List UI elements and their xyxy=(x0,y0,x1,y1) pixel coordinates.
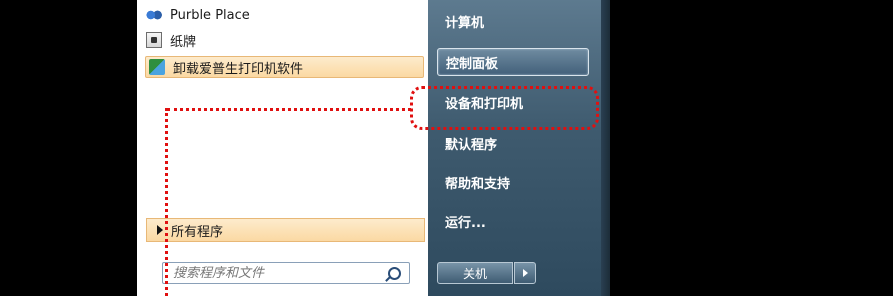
annotation-dotted-line-vertical xyxy=(165,108,168,296)
program-label: 卸载爱普生打印机软件 xyxy=(173,61,304,77)
right-item-label: 运行... xyxy=(445,215,486,231)
right-item-run[interactable]: 运行... xyxy=(437,207,589,235)
search-box[interactable] xyxy=(162,262,410,284)
uninstall-icon xyxy=(149,59,165,75)
right-item-label: 控制面板 xyxy=(446,56,499,72)
solitaire-icon xyxy=(146,32,162,48)
annotation-dotted-line xyxy=(167,108,411,111)
program-label: 纸牌 xyxy=(170,34,197,50)
right-item-label: 帮助和支持 xyxy=(445,176,511,192)
program-item-purble-place[interactable]: Purble Place xyxy=(146,4,250,26)
annotation-highlight-box xyxy=(410,86,599,130)
program-item-solitaire[interactable]: 纸牌 xyxy=(146,29,196,51)
right-item-control-panel[interactable]: 控制面板 xyxy=(437,48,589,76)
right-pane-edge xyxy=(601,0,610,296)
search-input[interactable] xyxy=(171,264,375,282)
arrow-right-icon xyxy=(157,225,163,235)
program-label: Purble Place xyxy=(170,7,250,23)
program-item-uninstall-epson[interactable]: 卸载爱普生打印机软件 xyxy=(145,56,424,78)
right-item-label: 默认程序 xyxy=(445,137,498,153)
shutdown-options-button[interactable] xyxy=(514,262,536,284)
purble-place-icon xyxy=(146,7,162,23)
shutdown-button[interactable]: 关机 xyxy=(437,262,513,284)
right-item-label: 计算机 xyxy=(445,15,485,31)
all-programs-label: 所有程序 xyxy=(171,224,224,240)
shutdown-label: 关机 xyxy=(462,266,487,281)
right-item-computer[interactable]: 计算机 xyxy=(437,7,589,35)
right-item-default-programs[interactable]: 默认程序 xyxy=(437,129,589,157)
right-item-help-support[interactable]: 帮助和支持 xyxy=(437,168,589,196)
search-icon[interactable] xyxy=(388,267,401,280)
all-programs-button[interactable]: 所有程序 xyxy=(146,218,425,242)
